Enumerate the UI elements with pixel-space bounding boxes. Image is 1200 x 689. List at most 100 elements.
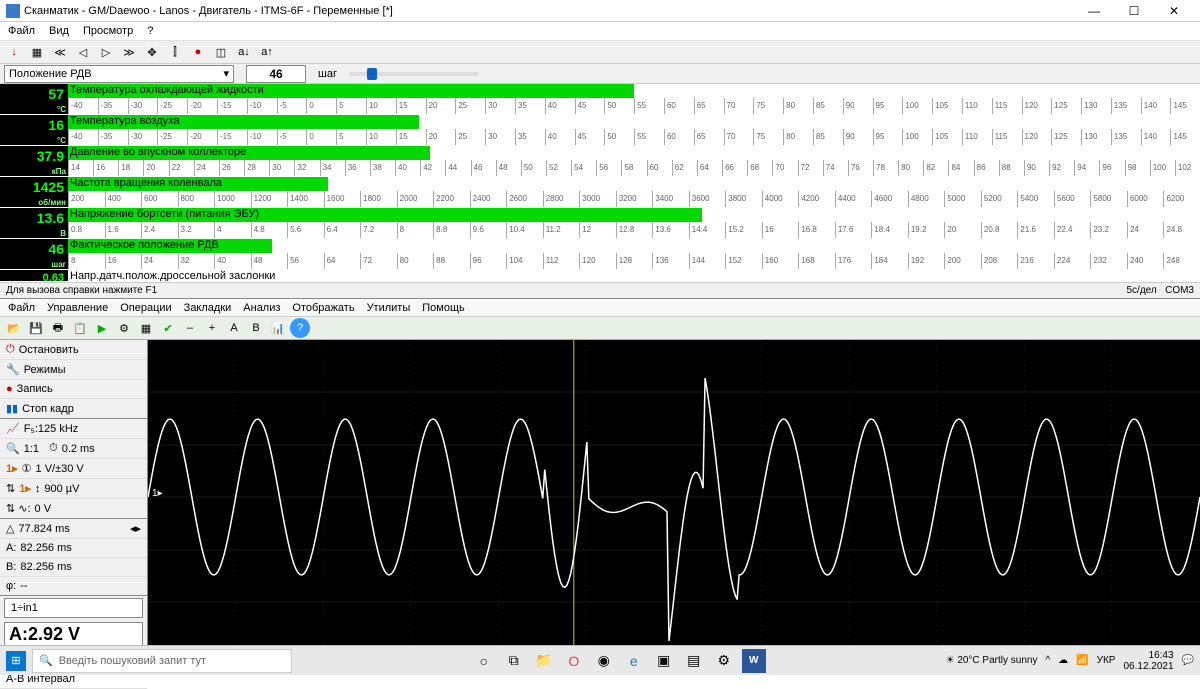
task-cortana-icon[interactable]: ○ bbox=[472, 649, 496, 673]
osc-cursor-a-icon[interactable]: A bbox=[224, 318, 244, 338]
tray-chevron-icon[interactable]: ^ bbox=[1045, 655, 1050, 666]
task-edge-icon[interactable]: e bbox=[622, 649, 646, 673]
osc-menu-ops[interactable]: Операции bbox=[120, 302, 171, 314]
record-icon[interactable]: ● bbox=[188, 42, 208, 62]
row-label: Давление во впускном коллекторе bbox=[68, 146, 248, 158]
param-value[interactable]: 46 bbox=[246, 65, 306, 83]
osc-ch1[interactable]: 1▸①1 V/±30 V bbox=[0, 459, 147, 479]
task-word-icon[interactable]: W bbox=[742, 649, 766, 673]
prev-icon[interactable]: ◁ bbox=[73, 42, 93, 62]
menu-browse[interactable]: Просмотр bbox=[83, 25, 133, 37]
sort-desc-icon[interactable]: a↑ bbox=[257, 42, 277, 62]
osc-trig[interactable]: ⇅1▸ ↕900 µV bbox=[0, 479, 147, 499]
osc-B[interactable]: B:82.256 ms bbox=[0, 558, 147, 577]
osc-phi[interactable]: φ:-- bbox=[0, 577, 147, 596]
osc-menu-bookmarks[interactable]: Закладки bbox=[184, 302, 232, 314]
osc-menu-control[interactable]: Управление bbox=[47, 302, 108, 314]
toolbar-top: ↓ ▦ ≪ ◁ ▷ ≫ ✥ ⫿ ● ◫ a↓ a↑ bbox=[0, 40, 1200, 64]
data-row: 0.63Напр.датч.полож.дроссельной заслонки bbox=[0, 270, 1200, 282]
osc-play-icon[interactable]: ▶ bbox=[92, 318, 112, 338]
osc-copy-icon[interactable]: 📋 bbox=[70, 318, 90, 338]
weather-widget[interactable]: ☀ 20°C Partly sunny bbox=[946, 655, 1038, 666]
task-app2-icon[interactable]: ▤ bbox=[682, 649, 706, 673]
osc-A[interactable]: A:82.256 ms bbox=[0, 539, 147, 558]
sort-asc-icon[interactable]: a↓ bbox=[234, 42, 254, 62]
osc-dA[interactable]: △77.824 ms◂▸ bbox=[0, 519, 147, 539]
osc-src[interactable]: 1÷in1 bbox=[4, 598, 143, 618]
menu-help[interactable]: ? bbox=[147, 25, 153, 37]
osc-helpq-icon[interactable]: ? bbox=[290, 318, 310, 338]
props-icon[interactable]: ▦ bbox=[27, 42, 47, 62]
ch1-marker: 1▸ bbox=[152, 488, 163, 499]
status-port: COM3 bbox=[1165, 285, 1194, 296]
menu-view[interactable]: Вид bbox=[49, 25, 69, 37]
osc-menu-analysis[interactable]: Анализ bbox=[243, 302, 280, 314]
row-track: Напряжение бортсети (питания ЭБУ)0.81.62… bbox=[68, 208, 1200, 238]
osc-scope[interactable]: 1▸ bbox=[148, 340, 1200, 655]
row-label: Температура воздуха bbox=[68, 115, 182, 127]
statusbar-top: Для вызова справки нажмите F1 5с/дел COM… bbox=[0, 282, 1200, 298]
osc-modes-button[interactable]: 🔧Режимы bbox=[0, 360, 147, 380]
status-help: Для вызова справки нажмите F1 bbox=[6, 285, 157, 296]
osc-zoom-out-icon[interactable]: – bbox=[180, 318, 200, 338]
tray-clock[interactable]: 16:4306.12.2021 bbox=[1123, 650, 1173, 672]
row-track: Температура воздуха-40-35-30-25-20-15-10… bbox=[68, 115, 1200, 145]
osc-freeze-button[interactable]: ▮▮Стоп кадр bbox=[0, 399, 147, 419]
tray-notif-icon[interactable]: 💬 bbox=[1182, 655, 1194, 666]
task-app1-icon[interactable]: ▣ bbox=[652, 649, 676, 673]
task-taskview-icon[interactable]: ⧉ bbox=[502, 649, 526, 673]
osc-menu-file[interactable]: Файл bbox=[8, 302, 35, 314]
next-icon[interactable]: ▷ bbox=[96, 42, 116, 62]
app-icon bbox=[6, 4, 20, 18]
osc-grid-icon[interactable]: ▦ bbox=[136, 318, 156, 338]
stop-icon[interactable]: ↓ bbox=[4, 42, 24, 62]
param-combo[interactable]: Положение РДВ▾ bbox=[4, 65, 234, 83]
row-label: Частота вращения коленвала bbox=[68, 177, 224, 189]
tray-wifi-icon[interactable]: 📶 bbox=[1076, 655, 1088, 666]
osc-offset[interactable]: ⇅ ∿:0 V bbox=[0, 499, 147, 519]
last-icon[interactable]: ≫ bbox=[119, 42, 139, 62]
osc-cfg-icon[interactable]: ⚙ bbox=[114, 318, 134, 338]
osc-open-icon[interactable]: 📂 bbox=[4, 318, 24, 338]
tray-lang[interactable]: УКР bbox=[1097, 655, 1116, 666]
data-rows: 57°CТемпература охлаждающей жидкости-40-… bbox=[0, 84, 1200, 282]
task-explorer-icon[interactable]: 📁 bbox=[532, 649, 556, 673]
tray-cloud-icon[interactable]: ☁ bbox=[1058, 655, 1068, 666]
taskbar: ⊞ 🔍 Введіть пошуковий запит тут ○ ⧉ 📁 O … bbox=[0, 645, 1200, 675]
chart-icon[interactable]: ◫ bbox=[211, 42, 231, 62]
window-title: Сканматик - GM/Daewoo - Lanos - Двигател… bbox=[24, 5, 1074, 17]
first-icon[interactable]: ≪ bbox=[50, 42, 70, 62]
osc-menu-display[interactable]: Отображать bbox=[292, 302, 354, 314]
osc-menu-utils[interactable]: Утилиты bbox=[367, 302, 411, 314]
split-icon[interactable]: ⫿ bbox=[165, 42, 185, 62]
osc-fs[interactable]: 📈 F₅:125 kHz bbox=[0, 419, 147, 439]
task-chrome-icon[interactable]: ◉ bbox=[592, 649, 616, 673]
row-track: Частота вращения коленвала20040060080010… bbox=[68, 177, 1200, 207]
osc-print-icon[interactable]: 🖶 bbox=[48, 318, 68, 338]
task-settings-icon[interactable]: ⚙ bbox=[712, 649, 736, 673]
osc-meas-icon[interactable]: 📊 bbox=[268, 318, 288, 338]
minimize-button[interactable]: — bbox=[1074, 1, 1114, 21]
osc-stop-button[interactable]: ⏻Остановить bbox=[0, 340, 147, 360]
osc-menu-help[interactable]: Помощь bbox=[422, 302, 465, 314]
status-scale: 5с/дел bbox=[1127, 285, 1157, 296]
taskbar-search[interactable]: 🔍 Введіть пошуковий запит тут bbox=[32, 649, 292, 673]
move-icon[interactable]: ✥ bbox=[142, 42, 162, 62]
task-opera-icon[interactable]: O bbox=[562, 649, 586, 673]
row-track: Напр.датч.полож.дроссельной заслонки bbox=[68, 270, 1200, 281]
osc-check-icon[interactable]: ✔ bbox=[158, 318, 178, 338]
maximize-button[interactable]: ☐ bbox=[1114, 1, 1154, 21]
osc-save-icon[interactable]: 💾 bbox=[26, 318, 46, 338]
osc-zoom[interactable]: 🔍1:1 ⏱0.2 ms bbox=[0, 439, 147, 459]
row-label: Напр.датч.полож.дроссельной заслонки bbox=[68, 270, 277, 281]
param-slider[interactable] bbox=[349, 72, 479, 76]
osc-cursor-b-icon[interactable]: B bbox=[246, 318, 266, 338]
row-value: 13.6В bbox=[0, 208, 68, 238]
osc-record-button[interactable]: ●Запись bbox=[0, 380, 147, 399]
start-button[interactable]: ⊞ bbox=[6, 651, 26, 671]
osc-zoom-in-icon[interactable]: + bbox=[202, 318, 222, 338]
param-row: Положение РДВ▾ 46 шаг bbox=[0, 64, 1200, 84]
close-button[interactable]: ✕ bbox=[1154, 1, 1194, 21]
osc-menubar: Файл Управление Операции Закладки Анализ… bbox=[0, 298, 1200, 316]
menu-file[interactable]: Файл bbox=[8, 25, 35, 37]
